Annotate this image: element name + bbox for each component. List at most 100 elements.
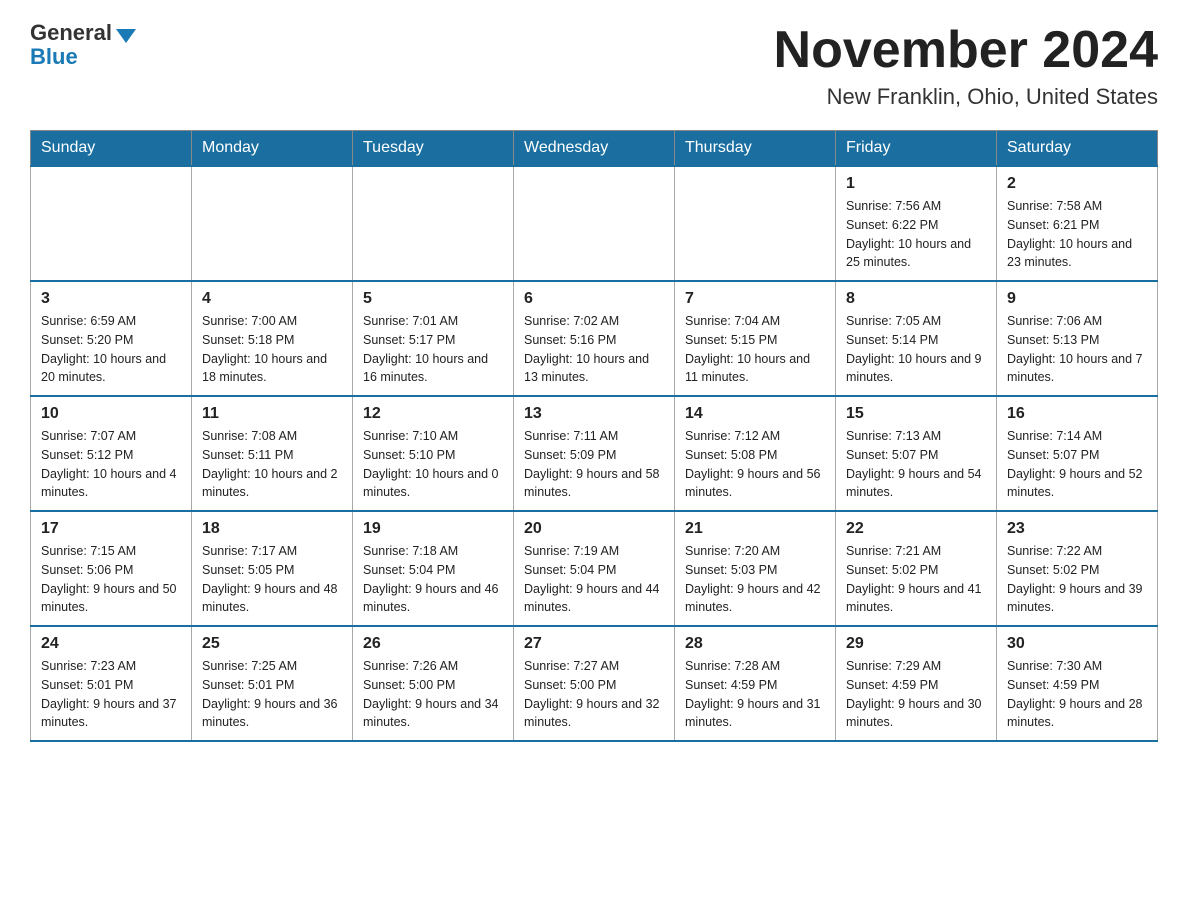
calendar-cell: 26Sunrise: 7:26 AMSunset: 5:00 PMDayligh… [353, 626, 514, 741]
day-number: 2 [1007, 175, 1147, 193]
day-number: 23 [1007, 520, 1147, 538]
day-info: Sunrise: 7:02 AMSunset: 5:16 PMDaylight:… [524, 312, 664, 387]
calendar-cell: 11Sunrise: 7:08 AMSunset: 5:11 PMDayligh… [192, 396, 353, 511]
day-info: Sunrise: 6:59 AMSunset: 5:20 PMDaylight:… [41, 312, 181, 387]
day-number: 12 [363, 405, 503, 423]
day-number: 30 [1007, 635, 1147, 653]
weekday-header-row: SundayMondayTuesdayWednesdayThursdayFrid… [31, 131, 1158, 167]
day-info: Sunrise: 7:14 AMSunset: 5:07 PMDaylight:… [1007, 427, 1147, 502]
calendar-cell: 19 Sunrise: 7:18 AMSunset: 5:04 PMDayligh… [353, 511, 514, 626]
calendar-cell: 13Sunrise: 7:11 AMSunset: 5:09 PMDayligh… [514, 396, 675, 511]
calendar-cell: 2Sunrise: 7:58 AMSunset: 6:21 PMDaylight… [997, 166, 1158, 281]
location-subtitle: New Franklin, Ohio, United States [774, 84, 1158, 110]
calendar-table: SundayMondayTuesdayWednesdayThursdayFrid… [30, 130, 1158, 742]
calendar-title: November 2024 [774, 20, 1158, 80]
day-number: 15 [846, 405, 986, 423]
calendar-cell: 30 Sunrise: 7:30 AMSunset: 4:59 PMDayligh… [997, 626, 1158, 741]
calendar-cell: 5Sunrise: 7:01 AMSunset: 5:17 PMDaylight… [353, 281, 514, 396]
day-number: 22 [846, 520, 986, 538]
day-number: 8 [846, 290, 986, 308]
logo-general-text: General [30, 20, 112, 46]
day-info: Sunrise: 7:20 AMSunset: 5:03 PMDaylight:… [685, 542, 825, 617]
day-number: 14 [685, 405, 825, 423]
calendar-cell: 27 Sunrise: 7:27 AMSunset: 5:00 PMDayligh… [514, 626, 675, 741]
day-info: Sunrise: 7:18 AMSunset: 5:04 PMDaylight:… [363, 542, 503, 617]
weekday-header-tuesday: Tuesday [353, 131, 514, 167]
calendar-cell: 24 Sunrise: 7:23 AMSunset: 5:01 PMDayligh… [31, 626, 192, 741]
calendar-cell: 22 Sunrise: 7:21 AMSunset: 5:02 PMDayligh… [836, 511, 997, 626]
calendar-cell: 8 Sunrise: 7:05 AMSunset: 5:14 PMDaylight… [836, 281, 997, 396]
week-row-3: 10Sunrise: 7:07 AMSunset: 5:12 PMDayligh… [31, 396, 1158, 511]
weekday-header-saturday: Saturday [997, 131, 1158, 167]
calendar-cell [31, 166, 192, 281]
day-info: Sunrise: 7:04 AMSunset: 5:15 PMDaylight:… [685, 312, 825, 387]
day-info: Sunrise: 7:23 AMSunset: 5:01 PMDaylight:… [41, 657, 181, 732]
day-number: 29 [846, 635, 986, 653]
day-info: Sunrise: 7:21 AMSunset: 5:02 PMDaylight:… [846, 542, 986, 617]
weekday-header-sunday: Sunday [31, 131, 192, 167]
calendar-cell: 18Sunrise: 7:17 AMSunset: 5:05 PMDayligh… [192, 511, 353, 626]
day-info: Sunrise: 7:29 AMSunset: 4:59 PMDaylight:… [846, 657, 986, 732]
day-number: 24 [41, 635, 181, 653]
day-number: 5 [363, 290, 503, 308]
calendar-cell: 7 Sunrise: 7:04 AMSunset: 5:15 PMDaylight… [675, 281, 836, 396]
week-row-4: 17Sunrise: 7:15 AMSunset: 5:06 PMDayligh… [31, 511, 1158, 626]
day-info: Sunrise: 7:08 AMSunset: 5:11 PMDaylight:… [202, 427, 342, 502]
weekday-header-friday: Friday [836, 131, 997, 167]
week-row-1: 1 Sunrise: 7:56 AMSunset: 6:22 PMDaylight… [31, 166, 1158, 281]
weekday-header-wednesday: Wednesday [514, 131, 675, 167]
day-number: 4 [202, 290, 342, 308]
day-number: 19 [363, 520, 503, 538]
calendar-cell: 20 Sunrise: 7:19 AMSunset: 5:04 PMDayligh… [514, 511, 675, 626]
calendar-cell: 15 Sunrise: 7:13 AMSunset: 5:07 PMDayligh… [836, 396, 997, 511]
calendar-cell: 25 Sunrise: 7:25 AMSunset: 5:01 PMDayligh… [192, 626, 353, 741]
day-info: Sunrise: 7:07 AMSunset: 5:12 PMDaylight:… [41, 427, 181, 502]
calendar-cell: 28Sunrise: 7:28 AMSunset: 4:59 PMDayligh… [675, 626, 836, 741]
day-info: Sunrise: 7:10 AMSunset: 5:10 PMDaylight:… [363, 427, 503, 502]
calendar-cell: 29 Sunrise: 7:29 AMSunset: 4:59 PMDayligh… [836, 626, 997, 741]
day-number: 3 [41, 290, 181, 308]
day-number: 9 [1007, 290, 1147, 308]
week-row-5: 24 Sunrise: 7:23 AMSunset: 5:01 PMDayligh… [31, 626, 1158, 741]
day-info: Sunrise: 7:00 AMSunset: 5:18 PMDaylight:… [202, 312, 342, 387]
calendar-cell: 6 Sunrise: 7:02 AMSunset: 5:16 PMDaylight… [514, 281, 675, 396]
day-number: 7 [685, 290, 825, 308]
day-number: 25 [202, 635, 342, 653]
day-number: 13 [524, 405, 664, 423]
calendar-cell: 3 Sunrise: 6:59 AMSunset: 5:20 PMDaylight… [31, 281, 192, 396]
logo-blue-text: Blue [30, 44, 78, 70]
logo-arrow-icon [116, 29, 136, 43]
logo: General Blue [30, 20, 136, 70]
week-row-2: 3 Sunrise: 6:59 AMSunset: 5:20 PMDaylight… [31, 281, 1158, 396]
day-info: Sunrise: 7:28 AMSunset: 4:59 PMDaylight:… [685, 657, 825, 732]
day-number: 27 [524, 635, 664, 653]
day-info: Sunrise: 7:30 AMSunset: 4:59 PMDaylight:… [1007, 657, 1147, 732]
calendar-cell: 17Sunrise: 7:15 AMSunset: 5:06 PMDayligh… [31, 511, 192, 626]
day-info: Sunrise: 7:13 AMSunset: 5:07 PMDaylight:… [846, 427, 986, 502]
calendar-cell: 23 Sunrise: 7:22 AMSunset: 5:02 PMDayligh… [997, 511, 1158, 626]
calendar-cell: 9 Sunrise: 7:06 AMSunset: 5:13 PMDaylight… [997, 281, 1158, 396]
title-section: November 2024 New Franklin, Ohio, United… [774, 20, 1158, 110]
day-info: Sunrise: 7:06 AMSunset: 5:13 PMDaylight:… [1007, 312, 1147, 387]
day-info: Sunrise: 7:05 AMSunset: 5:14 PMDaylight:… [846, 312, 986, 387]
day-number: 1 [846, 175, 986, 193]
day-number: 21 [685, 520, 825, 538]
day-number: 26 [363, 635, 503, 653]
day-number: 6 [524, 290, 664, 308]
day-info: Sunrise: 7:56 AMSunset: 6:22 PMDaylight:… [846, 197, 986, 272]
calendar-cell: 10Sunrise: 7:07 AMSunset: 5:12 PMDayligh… [31, 396, 192, 511]
day-number: 16 [1007, 405, 1147, 423]
day-info: Sunrise: 7:12 AMSunset: 5:08 PMDaylight:… [685, 427, 825, 502]
calendar-cell: 12 Sunrise: 7:10 AMSunset: 5:10 PMDayligh… [353, 396, 514, 511]
day-number: 17 [41, 520, 181, 538]
day-info: Sunrise: 7:25 AMSunset: 5:01 PMDaylight:… [202, 657, 342, 732]
day-info: Sunrise: 7:19 AMSunset: 5:04 PMDaylight:… [524, 542, 664, 617]
weekday-header-thursday: Thursday [675, 131, 836, 167]
day-info: Sunrise: 7:22 AMSunset: 5:02 PMDaylight:… [1007, 542, 1147, 617]
calendar-cell [675, 166, 836, 281]
calendar-cell: 21 Sunrise: 7:20 AMSunset: 5:03 PMDayligh… [675, 511, 836, 626]
calendar-cell: 14 Sunrise: 7:12 AMSunset: 5:08 PMDayligh… [675, 396, 836, 511]
day-info: Sunrise: 7:27 AMSunset: 5:00 PMDaylight:… [524, 657, 664, 732]
day-number: 20 [524, 520, 664, 538]
weekday-header-monday: Monday [192, 131, 353, 167]
